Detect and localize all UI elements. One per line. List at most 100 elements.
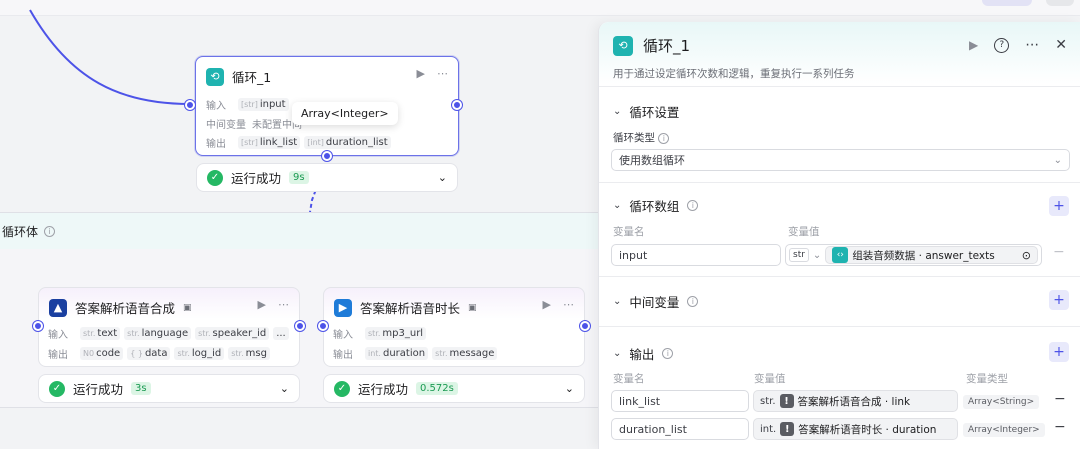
output-var-value[interactable]: int. ! 答案解析语音时长 · duration (753, 418, 958, 440)
output-tag: str. message (432, 347, 498, 360)
remove-output-button[interactable]: − (1054, 419, 1066, 435)
output-tag: [int] duration_list (304, 136, 391, 149)
success-icon: ✓ (49, 380, 65, 397)
var-value-header: 变量值 (788, 226, 820, 238)
chevron-down-icon[interactable]: ⌄ (438, 171, 447, 184)
input-label: 输入 (48, 330, 68, 341)
duration-node[interactable]: ▶ 答案解析语音时长 ▣ ▶ ⋯ 输入 str. mp3_url 输出 int. du… (323, 287, 585, 367)
close-icon[interactable]: ✕ (1055, 37, 1067, 53)
plugin-icon: ▣ (183, 302, 192, 313)
section-mid-variables[interactable]: ⌄ 中间变量 i (613, 292, 699, 311)
output-label: 输出 (48, 350, 68, 361)
warning-icon: ! (780, 422, 795, 436)
duration-badge: 3s (131, 382, 151, 395)
tts-output-port[interactable] (295, 321, 305, 331)
section-output[interactable]: ⌄ 输出 i (613, 344, 674, 363)
code-icon: ‹› (832, 247, 849, 263)
warning-icon: ! (779, 394, 794, 408)
run-icon[interactable]: ▶ (543, 298, 551, 311)
type-selector[interactable]: str (789, 248, 809, 262)
panel-title: 循环_1 (643, 37, 691, 55)
var-type-header: 变量类型 (966, 373, 1008, 385)
more-icon[interactable]: ⋯ (278, 298, 289, 311)
run-icon[interactable]: ▶ (417, 67, 425, 80)
output-var-value[interactable]: str. ! 答案解析语音合成 · link (753, 390, 958, 412)
add-output-button[interactable]: + (1049, 342, 1069, 362)
array-reference[interactable]: ‹› 组装音频数据 · answer_texts ⊙ (825, 246, 1038, 264)
success-icon: ✓ (207, 169, 223, 186)
output-tag: N0 code (80, 347, 124, 360)
input-label: 输入 (333, 330, 353, 341)
tts-node-title: 答案解析语音合成 (75, 301, 176, 316)
chevron-down-icon[interactable]: ⌄ (813, 250, 821, 261)
input-label: 输入 (206, 101, 226, 112)
input-tag: str. speaker_id (195, 327, 270, 340)
info-icon: i (658, 133, 670, 144)
tts-plugin-icon: ▲ (49, 298, 67, 317)
more-inputs-tag[interactable]: ... (273, 327, 289, 340)
wire-into-loop (29, 9, 191, 105)
remove-array-button[interactable]: − (1053, 244, 1065, 260)
output-var-name-input[interactable]: link_list (611, 390, 749, 412)
more-icon[interactable]: ⋯ (1025, 37, 1039, 53)
add-mid-variable-button[interactable]: + (1049, 290, 1069, 310)
output-tag: int. duration (365, 347, 429, 360)
duration-node-title: 答案解析语音时长 (360, 301, 461, 316)
output-label: 输出 (206, 139, 226, 150)
output-tag: { } data (127, 347, 171, 360)
var-name-header: 变量名 (613, 373, 645, 385)
chevron-down-icon[interactable]: ⌄ (613, 106, 621, 117)
output-tag: str. log_id (174, 347, 225, 360)
status-text: 运行成功 (358, 382, 409, 397)
duration-badge: 0.572s (416, 382, 458, 395)
panel-header: ⟲ 循环_1 ▶ ? ⋯ ✕ 用于通过设定循环次数和逻辑，重复执行一系列任务 (599, 22, 1080, 84)
input-tag: str. mp3_url (365, 327, 427, 340)
status-text: 运行成功 (231, 171, 282, 186)
output-port[interactable] (452, 100, 462, 110)
tts-node[interactable]: ▲ 答案解析语音合成 ▣ ▶ ⋯ 输入 str. text str. language… (38, 287, 300, 367)
output-var-name-input[interactable]: duration_list (611, 418, 749, 440)
success-icon: ✓ (334, 380, 350, 397)
run-icon[interactable]: ▶ (258, 298, 266, 311)
panel-description: 用于通过设定循环次数和逻辑，重复执行一系列任务 (613, 68, 855, 80)
output-tag: [str] link_list (238, 136, 301, 149)
chevron-down-icon[interactable]: ⌄ (613, 296, 621, 307)
chevron-down-icon[interactable]: ⌄ (280, 382, 289, 395)
chevron-down-icon[interactable]: ⌄ (565, 382, 574, 395)
more-icon[interactable]: ⋯ (563, 298, 574, 311)
output-type-badge: Array<String> (963, 395, 1040, 409)
section-loop-settings[interactable]: ⌄ 循环设置 (613, 102, 679, 121)
loop-type-select[interactable]: 使用数组循环 ⌄ (611, 149, 1070, 171)
duration-plugin-icon: ▶ (334, 298, 352, 317)
body-port[interactable] (322, 151, 332, 161)
chevron-down-icon[interactable]: ⌄ (613, 200, 621, 211)
tts-status-bar[interactable]: ✓ 运行成功 3s ⌄ (38, 374, 300, 403)
array-var-name-input[interactable]: input (611, 244, 781, 266)
mid-label: 中间变量 (206, 120, 246, 131)
var-value-header: 变量值 (754, 373, 786, 385)
help-icon[interactable]: ? (994, 37, 1010, 53)
run-icon[interactable]: ▶ (969, 38, 978, 52)
output-type-badge: Array<Integer> (963, 423, 1045, 437)
duration-input-port[interactable] (318, 321, 328, 331)
add-array-button[interactable]: + (1049, 196, 1069, 216)
info-icon: i (687, 200, 699, 211)
duration-status-bar[interactable]: ✓ 运行成功 0.572s ⌄ (323, 374, 585, 403)
input-port[interactable] (185, 100, 195, 110)
output-label: 输出 (333, 350, 353, 361)
array-var-value[interactable]: str ⌄ ‹› 组装音频数据 · answer_texts ⊙ (785, 244, 1042, 266)
loop-status-bar[interactable]: ✓ 运行成功 9s ⌄ (196, 163, 458, 192)
status-text: 运行成功 (73, 382, 124, 397)
section-loop-array[interactable]: ⌄ 循环数组 i (613, 196, 699, 215)
output-tag: str. msg (228, 347, 270, 360)
input-tag: [str] input (238, 98, 289, 111)
var-name-header: 变量名 (613, 226, 645, 238)
chevron-down-icon[interactable]: ⌄ (613, 348, 621, 359)
duration-output-port[interactable] (580, 321, 590, 331)
remove-output-button[interactable]: − (1054, 391, 1066, 407)
info-icon: i (687, 296, 699, 307)
tts-input-port[interactable] (33, 321, 43, 331)
more-icon[interactable]: ⋯ (437, 67, 448, 80)
target-icon[interactable]: ⊙ (1022, 249, 1031, 262)
chevron-down-icon: ⌄ (1053, 154, 1062, 166)
